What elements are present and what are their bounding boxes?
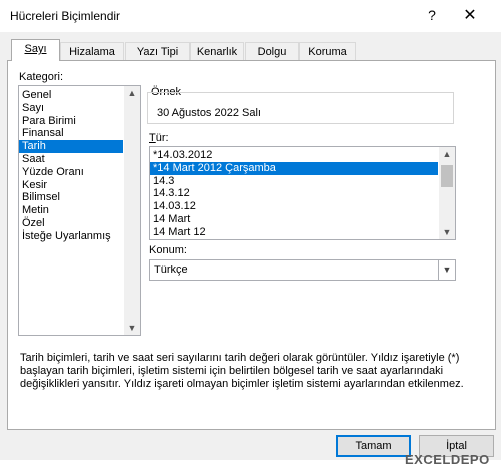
category-item[interactable]: İsteğe Uyarlanmış [19,230,123,243]
scroll-up-icon[interactable]: ▲ [124,86,140,100]
tab-label: Yazı Tipi [136,46,179,58]
category-item[interactable]: Para Birimi [19,115,123,128]
category-item-selected[interactable]: Tarih [19,140,123,153]
tab-border[interactable]: Kenarlık [190,42,244,61]
category-item[interactable]: Sayı [19,102,123,115]
help-button[interactable]: ? [421,7,443,27]
category-item[interactable]: Yüzde Oranı [19,166,123,179]
locale-select[interactable]: Türkçe ▼ [149,259,456,281]
type-label: Tür: [149,132,169,144]
chevron-down-icon[interactable]: ▼ [438,260,455,280]
category-item[interactable]: Bilimsel [19,191,123,204]
scroll-down-icon[interactable]: ▼ [439,225,455,239]
type-item[interactable]: 14.03.12 [150,200,438,213]
tab-label: Sayı [24,43,47,55]
tab-label: Kenarlık [196,46,238,58]
category-item[interactable]: Finansal [19,127,123,140]
type-item[interactable]: 14 Mart 12 [150,226,438,239]
category-item[interactable]: Özel [19,217,123,230]
scroll-down-icon[interactable]: ▼ [124,321,140,335]
tab-label: Hizalama [69,46,115,58]
locale-value: Türkçe [154,264,188,276]
type-item[interactable]: *14.03.2012 [150,149,438,162]
category-item[interactable]: Saat [19,153,123,166]
type-item[interactable]: 14.3.12 [150,187,438,200]
tab-protection[interactable]: Koruma [299,42,356,61]
scroll-thumb[interactable] [441,165,453,187]
tab-font[interactable]: Yazı Tipi [125,42,190,61]
category-label: Kategori: [19,71,64,83]
close-button[interactable]: ✕ [455,5,485,27]
ok-button[interactable]: Tamam [336,435,411,457]
category-item[interactable]: Kesir [19,179,123,192]
category-list[interactable]: Genel Sayı Para Birimi Finansal Tarih Sa… [18,85,141,336]
type-item[interactable]: 14.3 [150,175,438,188]
type-item-selected[interactable]: *14 Mart 2012 Çarşamba [150,161,438,175]
type-scrollbar[interactable]: ▲ ▼ [439,147,455,239]
type-item[interactable]: 14 Mart [150,213,438,226]
category-item[interactable]: Metin [19,204,123,217]
category-scrollbar[interactable]: ▲ ▼ [124,86,140,335]
tab-label: Koruma [308,46,347,58]
tab-number[interactable]: Sayı [11,39,60,61]
watermark-logo: EXCELDEPO [405,452,490,467]
sample-value: 30 Ağustos 2022 Salı [157,107,261,119]
type-list[interactable]: *14.03.2012 *14 Mart 2012 Çarşamba 14.3 … [149,146,456,240]
description-text: Tarih biçimleri, tarih ve saat seri sayı… [20,352,464,390]
locale-label: Konum: [149,244,187,256]
category-item[interactable]: Genel [19,89,123,102]
scroll-up-icon[interactable]: ▲ [439,147,455,161]
tab-alignment[interactable]: Hizalama [60,42,124,61]
tab-fill[interactable]: Dolgu [245,42,299,61]
dialog-title: Hücreleri Biçimlendir [10,9,121,23]
tab-label: Dolgu [257,46,287,58]
